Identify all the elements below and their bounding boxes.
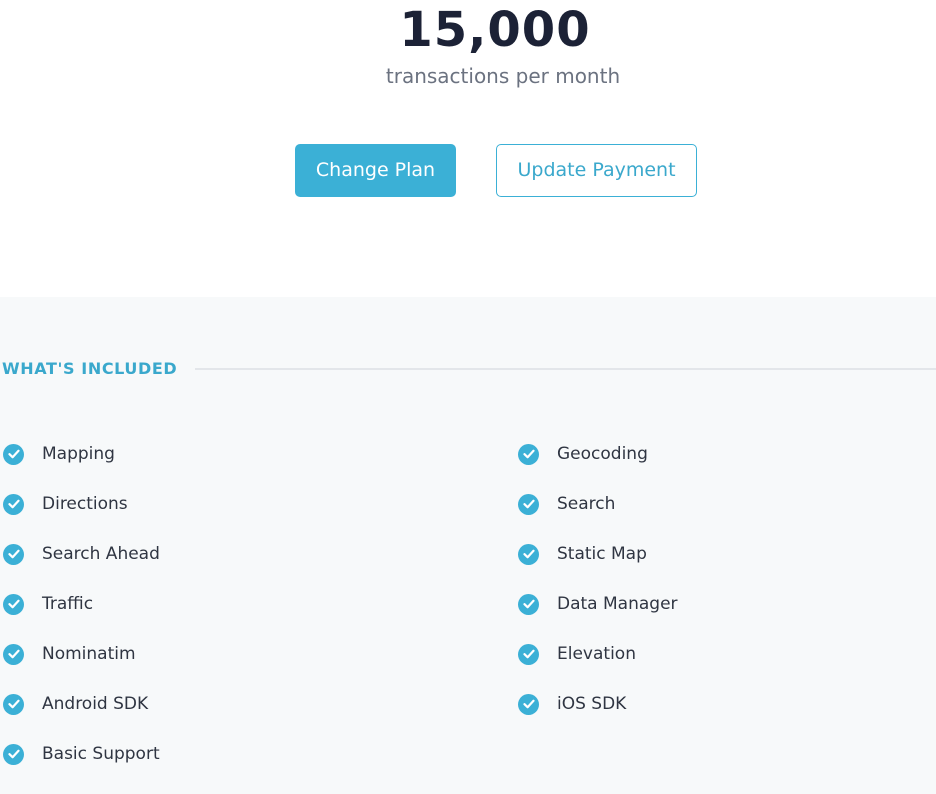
check-circle-icon [3, 443, 24, 465]
change-plan-button[interactable]: Change Plan [295, 144, 456, 197]
feature-item: Nominatim [3, 640, 136, 668]
feature-item: Static Map [518, 540, 647, 568]
feature-item: Search [518, 490, 615, 518]
check-circle-icon [3, 743, 24, 765]
check-circle-icon [3, 693, 24, 715]
check-circle-icon [3, 543, 24, 565]
feature-label: Static Map [557, 544, 647, 564]
feature-label: Directions [42, 494, 128, 514]
feature-label: Search [557, 494, 616, 514]
feature-label: Elevation [557, 644, 636, 664]
plan-summary: 15,000 transactions per month Change Pla… [0, 0, 936, 297]
check-circle-icon [3, 593, 24, 615]
check-circle-icon [3, 493, 24, 515]
feature-label: Data Manager [557, 594, 678, 614]
feature-item: Mapping [3, 440, 115, 468]
feature-label: Basic Support [42, 744, 160, 764]
feature-label: Search Ahead [42, 544, 160, 564]
feature-label: Nominatim [42, 644, 136, 664]
whats-included-section: WHAT'S INCLUDED Mapping Directions Searc… [0, 297, 936, 794]
feature-label: Mapping [42, 444, 115, 464]
update-payment-button[interactable]: Update Payment [496, 144, 697, 197]
feature-item: Android SDK [3, 690, 148, 718]
feature-item: Search Ahead [3, 540, 160, 568]
check-circle-icon [3, 643, 24, 665]
section-title: WHAT'S INCLUDED [2, 359, 178, 378]
transactions-unit: transactions per month [385, 64, 621, 88]
feature-item: Elevation [518, 640, 636, 668]
feature-item: Data Manager [518, 590, 678, 618]
check-circle-icon [518, 443, 539, 465]
check-circle-icon [518, 593, 539, 615]
feature-item: Traffic [3, 590, 93, 618]
feature-label: Traffic [42, 594, 94, 614]
check-circle-icon [518, 493, 539, 515]
feature-label: Geocoding [557, 444, 648, 464]
feature-item: iOS SDK [518, 690, 626, 718]
feature-item: Directions [3, 490, 128, 518]
section-divider [195, 368, 936, 370]
check-circle-icon [518, 693, 539, 715]
feature-label: iOS SDK [557, 694, 627, 714]
feature-label: Android SDK [42, 694, 149, 714]
plan-page: 15,000 transactions per month Change Pla… [0, 0, 936, 794]
check-circle-icon [518, 643, 539, 665]
feature-item: Basic Support [3, 740, 160, 768]
feature-item: Geocoding [518, 440, 648, 468]
transactions-count: 15,000 [399, 2, 591, 58]
check-circle-icon [518, 543, 539, 565]
